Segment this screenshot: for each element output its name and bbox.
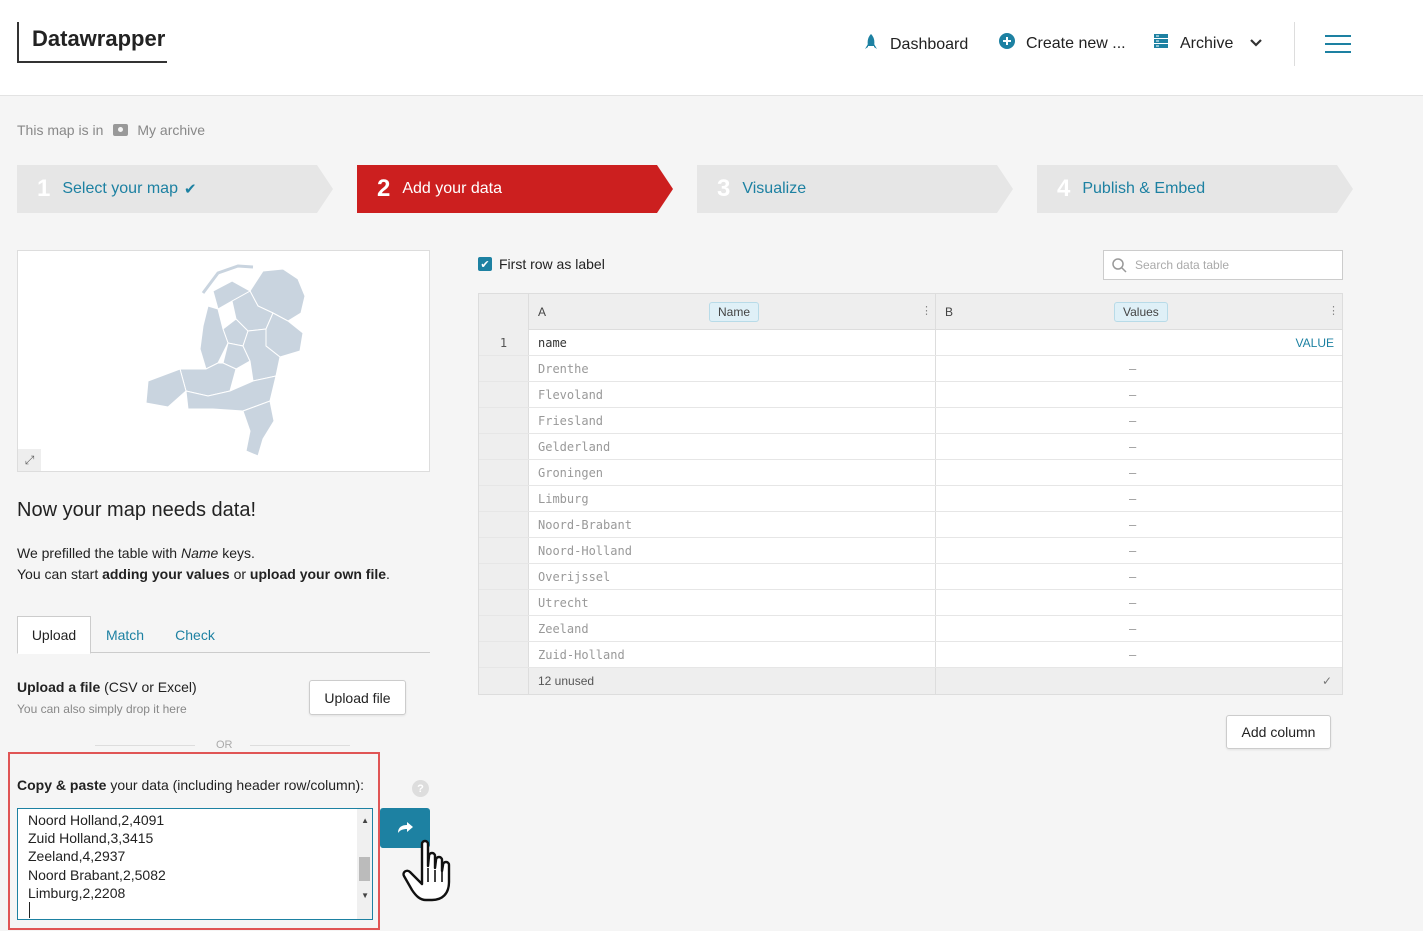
expand-icon[interactable]: ⤢ (18, 449, 41, 471)
paste-line: Zeeland,4,2937 (28, 848, 126, 865)
column-a-type-badge[interactable]: Name (709, 302, 760, 322)
column-a-letter: A (538, 305, 547, 319)
checkmark-icon: ✔ (183, 181, 197, 198)
nav-create-new[interactable]: Create new ... (998, 33, 1126, 54)
plus-circle-icon (998, 33, 1016, 54)
paste-label: Copy & paste your data (including header… (17, 777, 365, 793)
nav-archive[interactable]: Archive (1152, 33, 1263, 54)
table-row[interactable]: Gelderland – (479, 434, 1342, 460)
column-b-type-badge[interactable]: Values (1114, 302, 1168, 322)
step-label: Publish & Embed (1082, 180, 1206, 197)
upload-file-button[interactable]: Upload file (309, 680, 406, 715)
table-header-row[interactable]: 1 name VALUE (479, 330, 1342, 356)
paste-line: Noord Brabant,2,5082 (28, 866, 166, 883)
table-row[interactable]: Noord-Brabant – (479, 512, 1342, 538)
step-publish[interactable]: 4 Publish & Embed (1037, 165, 1353, 213)
table-row[interactable]: Noord-Holland – (479, 538, 1342, 564)
column-b-letter: B (945, 305, 954, 319)
table-row[interactable]: Friesland – (479, 408, 1342, 434)
nav-divider (1294, 22, 1295, 66)
table-row[interactable]: Flevoland – (479, 382, 1342, 408)
table-row[interactable]: Overijssel – (479, 564, 1342, 590)
table-row[interactable]: Groningen – (479, 460, 1342, 486)
scroll-up-arrow-icon[interactable]: ▲ (361, 812, 369, 830)
netherlands-map-image (145, 264, 306, 457)
or-label: OR (216, 739, 233, 751)
tab-match[interactable]: Match (95, 616, 155, 653)
step-number: 2 (377, 175, 391, 202)
breadcrumb-prefix: This map is in (17, 122, 104, 138)
step-label: Visualize (742, 180, 807, 197)
hand-cursor-icon (400, 838, 456, 909)
breadcrumb-folder[interactable]: My archive (137, 122, 205, 138)
share-arrow-icon (398, 822, 413, 833)
add-column-button[interactable]: Add column (1226, 715, 1331, 749)
breadcrumb: This map is in My archive (17, 122, 205, 138)
top-header: Datawrapper Dashboard Create new ... Arc… (0, 0, 1423, 96)
check-icon: ✓ (1321, 674, 1332, 688)
paste-line: Zuid Holland,3,3415 (28, 830, 154, 847)
datawrapper-logo[interactable]: Datawrapper (17, 22, 167, 63)
nav-archive-label: Archive (1180, 34, 1234, 52)
hamburger-menu-icon[interactable] (1325, 35, 1351, 53)
checkbox-checked-icon[interactable]: ✔ (478, 257, 492, 271)
scroll-down-arrow-icon[interactable]: ▼ (361, 887, 369, 905)
folder-icon (113, 124, 129, 136)
step-number: 4 (1057, 175, 1071, 202)
table-row[interactable]: Drenthe – (479, 356, 1342, 382)
unused-count: 12 unused (538, 674, 595, 688)
table-header: A Name ⋮ B Values ⋮ (479, 294, 1342, 330)
rocket-icon (862, 33, 880, 56)
table-row[interactable]: Zeeland – (479, 616, 1342, 642)
upload-hint: You can also simply drop it here (17, 702, 187, 716)
text-caret (29, 902, 30, 918)
section-title: Now your map needs data! (17, 499, 257, 521)
paste-line: Noord Holland,2,4091 (28, 812, 165, 828)
search-icon (1112, 257, 1127, 273)
table-row[interactable]: Zuid-Holland – (479, 642, 1342, 668)
upload-label: Upload a file (CSV or Excel) (17, 679, 197, 695)
step-number: 1 (37, 175, 51, 202)
column-b-menu-icon[interactable]: ⋮ (1328, 304, 1339, 317)
search-placeholder: Search data table (1135, 258, 1230, 272)
nav-dashboard[interactable]: Dashboard (862, 33, 968, 56)
table-row[interactable]: Limburg – (479, 486, 1342, 512)
step-add-data[interactable]: 2 Add your data (357, 165, 673, 213)
column-a-menu-icon[interactable]: ⋮ (921, 304, 932, 317)
step-label: Add your data (402, 180, 502, 197)
help-icon[interactable]: ? (412, 780, 429, 797)
tab-check[interactable]: Check (165, 616, 225, 653)
nav-dashboard-label: Dashboard (890, 35, 969, 53)
chevron-down-icon[interactable] (1249, 35, 1263, 53)
data-source-tabs: Upload Match Check (17, 616, 430, 654)
tab-upload[interactable]: Upload (17, 616, 91, 654)
nav-create-new-label: Create new ... (1026, 34, 1126, 52)
first-row-label: First row as label (499, 256, 605, 272)
divider (250, 745, 350, 746)
paste-data-textarea[interactable]: Noord Holland,2,4091 Zuid Holland,3,3415… (17, 808, 373, 920)
step-select-map[interactable]: 1 Select your map ✔ (17, 165, 333, 213)
divider (95, 745, 195, 746)
intro-text: We prefilled the table with Name keys. Y… (17, 545, 390, 582)
scroll-thumb[interactable] (359, 857, 370, 881)
table-footer-row: 12 unused ✓ (479, 668, 1342, 694)
archive-icon (1152, 33, 1170, 54)
step-label: Select your map (62, 180, 178, 197)
step-visualize[interactable]: 3 Visualize (697, 165, 1013, 213)
paste-line: Limburg,2,2208 (28, 884, 126, 901)
first-row-as-label-toggle[interactable]: ✔ First row as label (478, 256, 605, 272)
search-input[interactable]: Search data table (1103, 250, 1343, 280)
data-table: A Name ⋮ B Values ⋮ 1 name VALUE Drenthe… (478, 293, 1343, 695)
table-row[interactable]: Utrecht – (479, 590, 1342, 616)
map-preview: ⤢ (17, 250, 430, 472)
textarea-scrollbar[interactable]: ▲ ▼ (357, 809, 372, 919)
step-number: 3 (717, 175, 731, 202)
